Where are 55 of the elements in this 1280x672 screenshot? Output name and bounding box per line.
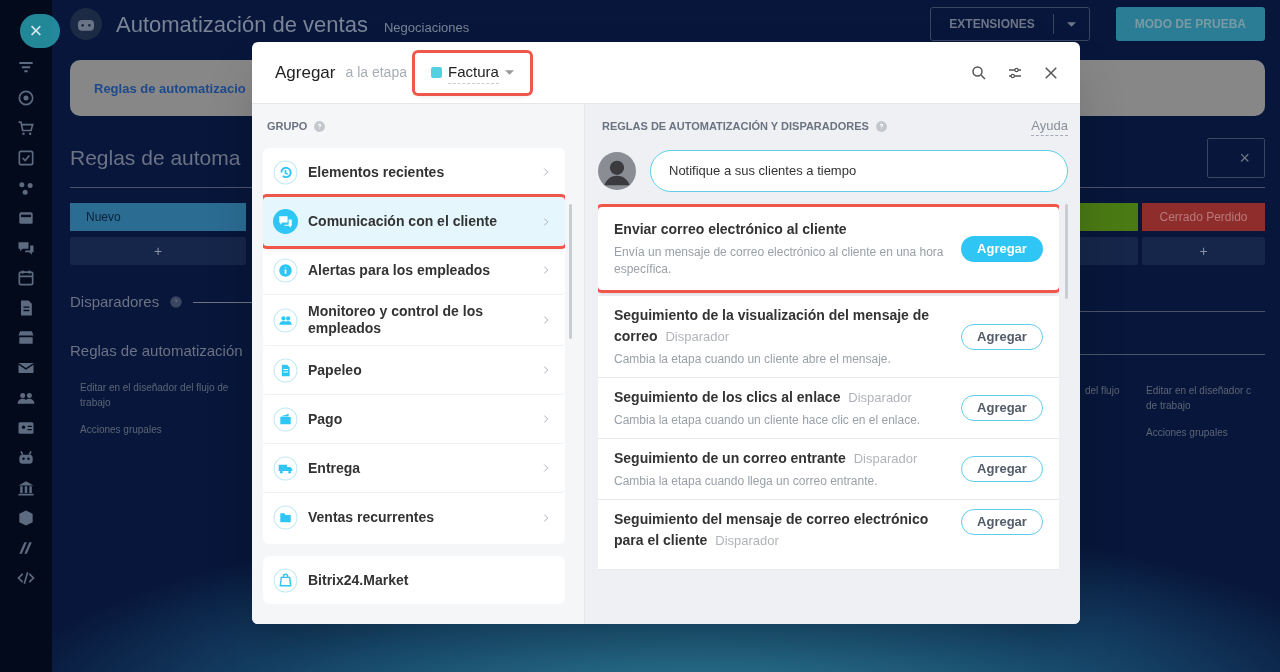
add-button[interactable]: Agregar: [961, 456, 1043, 482]
rule-title: Seguimiento de la visualización del mensaje de correo Disparador: [614, 306, 931, 346]
search-icon[interactable]: [970, 63, 988, 82]
group-item[interactable]: Alertas para los empleados: [263, 246, 565, 295]
info-icon: [273, 257, 298, 283]
rule-title: Seguimiento de un correo entrante Disparador: [614, 449, 919, 468]
history-icon: [273, 159, 298, 185]
folder-icon: [273, 505, 298, 530]
add-button[interactable]: Agregar: [961, 509, 1043, 535]
extensions-button[interactable]: EXTENSIONES: [930, 7, 1090, 41]
rules-label: Reglas de automatización: [70, 340, 244, 361]
market-item[interactable]: Bitrix24.Market: [263, 556, 565, 604]
search-field[interactable]: ×: [1207, 138, 1265, 178]
rule-title: Seguimiento del mensaje de correo electrónico para el cliente Disparador: [614, 510, 930, 550]
caret-icon[interactable]: [1066, 21, 1076, 27]
document-icon: [273, 357, 298, 383]
calendar-icon[interactable]: [16, 268, 36, 288]
chat-icon: [273, 209, 298, 234]
stage-prefix: a la etapa: [345, 63, 407, 82]
avatar: [598, 152, 636, 190]
checkbox-icon[interactable]: [16, 148, 36, 168]
add-button[interactable]: Agregar: [961, 395, 1043, 421]
rule-title: Seguimiento de los clics al enlace Disparador: [614, 388, 913, 407]
truck-icon: [273, 455, 298, 481]
scrollbar-thumb[interactable]: [569, 204, 572, 339]
group-item[interactable]: Comunicación con el cliente: [263, 197, 565, 246]
people-icon: [273, 307, 298, 333]
section-heading: Reglas de automa: [70, 145, 241, 172]
help-icon: [313, 119, 327, 133]
add-button[interactable]: +: [70, 237, 246, 265]
page-title: Automatización de ventas: [116, 10, 368, 39]
dialog-title: Agregar: [275, 61, 336, 84]
box-icon[interactable]: [16, 508, 36, 528]
wallet-icon: [273, 406, 298, 432]
add-button[interactable]: Agregar: [961, 323, 1043, 350]
scrollbar-thumb[interactable]: [1065, 204, 1068, 299]
help-icon: [169, 295, 184, 310]
shopping-bag-icon: [273, 567, 298, 593]
stage-selector[interactable]: Factura: [415, 52, 530, 93]
rule-description: Cambia la etapa cuando llega un correo entrante.: [614, 473, 879, 490]
rule-title: Enviar correo electrónico al cliente: [614, 220, 848, 239]
speech-bubble: Notifique a sus clientes a tiempo: [650, 150, 1068, 192]
robot-icon: [70, 8, 102, 40]
rule-description: Cambia la etapa cuando un cliente abre el mensaje.: [614, 351, 892, 368]
triggers-label: Disparadores: [70, 292, 160, 312]
help-icon: [874, 119, 888, 133]
group-heading: GRUPO: [267, 118, 308, 134]
add-button[interactable]: +: [1142, 237, 1265, 265]
cart-icon[interactable]: [16, 118, 36, 138]
caret-icon[interactable]: [504, 70, 514, 75]
rule-description: Cambia la etapa cuando un cliente hace clic en el enlace.: [614, 412, 922, 429]
rule-description: Envía un mensaje de correo electrónico al cliente en una hora específica.: [614, 244, 945, 278]
rules-heading: REGLAS DE AUTOMATIZACIÓN Y DISPARADORES: [602, 118, 869, 134]
target-icon[interactable]: [16, 88, 36, 108]
page-subtitle: Negociaciones: [383, 19, 470, 38]
